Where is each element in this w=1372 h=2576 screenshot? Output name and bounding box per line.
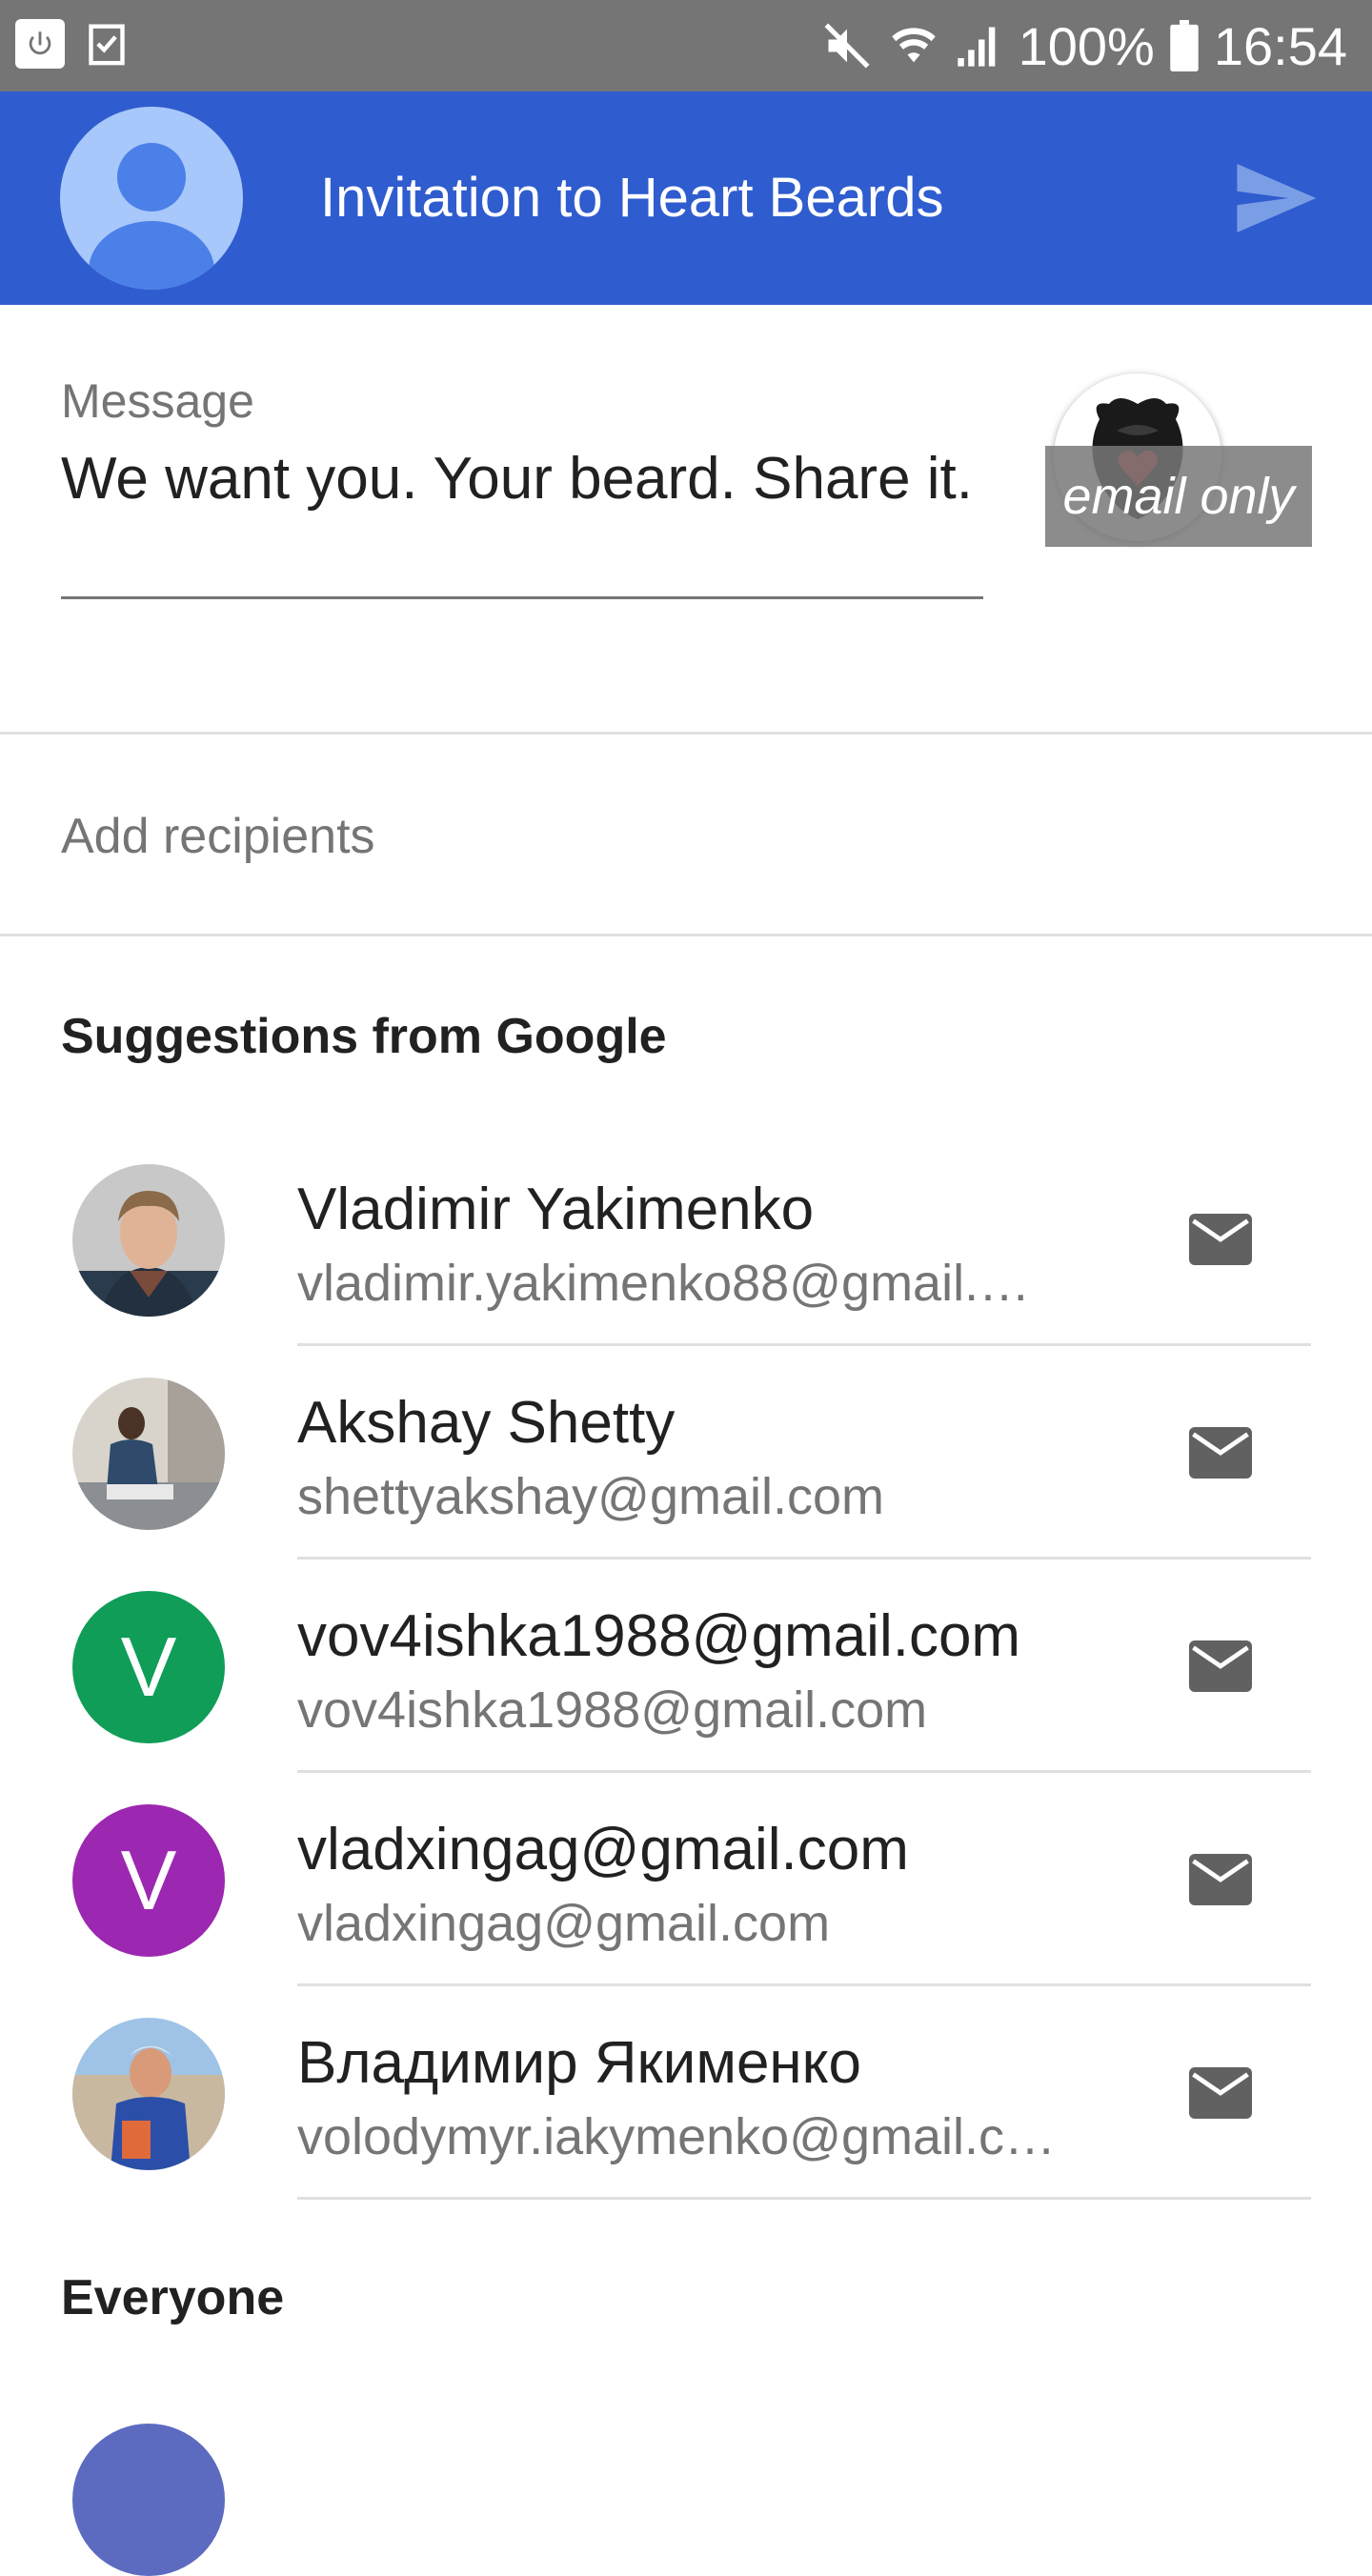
send-icon [1237, 164, 1317, 232]
battery-text: 100% [1018, 15, 1155, 76]
contact-letter-avatar: V [72, 1591, 225, 1743]
contact-row[interactable]: V vov4ishka1988@gmail.com vov4ishka1988@… [0, 1566, 1372, 1780]
send-button[interactable] [1229, 158, 1321, 238]
divider [0, 732, 1372, 735]
app-bar: Invitation to Heart Beards [0, 91, 1372, 305]
message-label: Message [61, 374, 254, 428]
status-bar: 100% 16:54 [0, 0, 1372, 91]
row-divider [297, 1343, 1311, 1346]
mail-icon[interactable] [1189, 2067, 1252, 2119]
contact-avatar [72, 2424, 225, 2576]
avatar-letter: V [120, 1833, 177, 1927]
divider [0, 934, 1372, 936]
contact-name: Владимир Якименко [297, 2030, 861, 2096]
checklist-icon [82, 19, 131, 69]
contact-name: Vladimir Yakimenko [297, 1177, 815, 1242]
contact-email: shettyakshay@gmail.com [297, 1468, 885, 1525]
mail-icon[interactable] [1189, 1854, 1252, 1905]
page-title: Invitation to Heart Beards [320, 167, 944, 229]
row-divider [297, 2197, 1311, 2200]
battery-icon [1170, 20, 1199, 71]
contact-name: vov4ishka1988@gmail.com [297, 1603, 1021, 1669]
contact-photo-avatar [72, 1378, 225, 1530]
suggestions-list: Vladimir Yakimenko vladimir.yakimenko88@… [0, 1139, 1372, 2206]
contact-row[interactable]: Vladimir Yakimenko vladimir.yakimenko88@… [0, 1139, 1372, 1353]
mute-icon [820, 21, 874, 70]
mail-icon[interactable] [1189, 1640, 1252, 1692]
power-icon [15, 19, 65, 69]
message-underline [61, 596, 983, 599]
mail-icon[interactable] [1189, 1427, 1252, 1479]
wifi-icon [889, 21, 938, 70]
contact-email: vov4ishka1988@gmail.com [297, 1681, 928, 1739]
contact-row[interactable]: V vladxingag@gmail.com vladxingag@gmail.… [0, 1780, 1372, 1993]
message-field[interactable]: We want you. Your beard. Share it. [61, 444, 976, 514]
contact-photo-avatar [72, 1164, 225, 1317]
add-recipients-input[interactable]: Add recipients [61, 808, 375, 865]
contact-email: vladimir.yakimenko88@gmail.… [297, 1255, 1031, 1312]
suggestions-heading: Suggestions from Google [61, 1009, 667, 1064]
signal-icon [954, 21, 1003, 70]
contact-letter-avatar: V [72, 1804, 225, 1957]
contact-row[interactable]: Akshay Shetty shettyakshay@gmail.com [0, 1353, 1372, 1566]
row-divider [297, 1770, 1311, 1773]
mail-icon[interactable] [1189, 1214, 1252, 1265]
clock: 16:54 [1213, 15, 1347, 76]
everyone-heading: Everyone [61, 2270, 285, 2325]
contact-email: volodymyr.iakymenko@gmail.c… [297, 2108, 1050, 2165]
contact-email: vladxingag@gmail.com [297, 1895, 831, 1952]
email-only-badge: email only [1045, 446, 1312, 547]
contact-name: vladxingag@gmail.com [297, 1817, 909, 1882]
contact-photo-avatar [72, 2018, 225, 2170]
account-avatar-icon[interactable] [60, 107, 243, 290]
contact-name: Akshay Shetty [297, 1390, 676, 1456]
row-divider [297, 1983, 1311, 1986]
row-divider [297, 1557, 1311, 1560]
avatar-letter: V [120, 1620, 177, 1714]
contact-row[interactable]: Владимир Якименко volodymyr.iakymenko@gm… [0, 1993, 1372, 2206]
